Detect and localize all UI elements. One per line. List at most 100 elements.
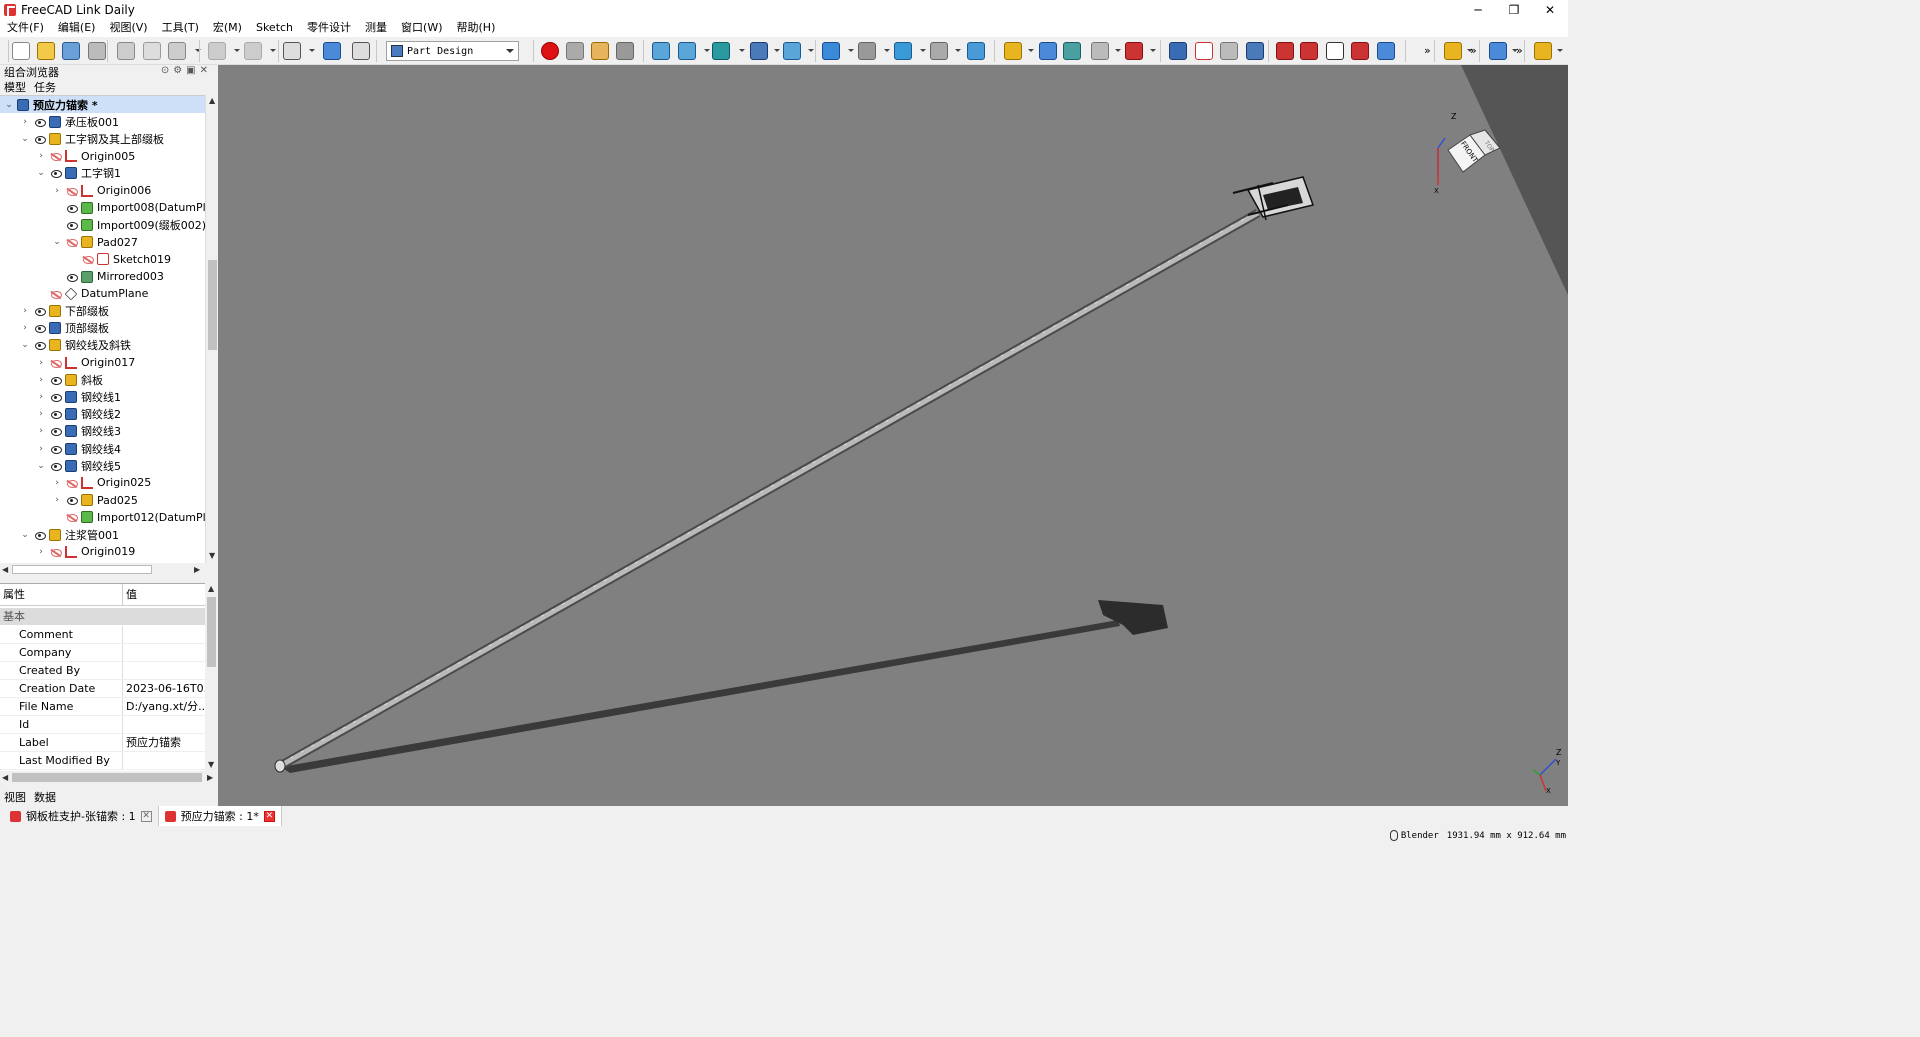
expand-icon[interactable]: ›	[52, 186, 62, 196]
property-value[interactable]: D:/yang.xt/分...	[123, 698, 205, 715]
tab-tasks[interactable]: 任务	[30, 79, 60, 94]
datum-plane-icon[interactable]	[1326, 42, 1344, 60]
visibility-eye-icon[interactable]	[66, 203, 78, 213]
visibility-eye-icon[interactable]	[50, 375, 62, 385]
scroll-left-icon[interactable]: ◀	[2, 773, 8, 782]
minimize-button[interactable]: ─	[1460, 0, 1496, 19]
tab-model[interactable]: 模型	[0, 79, 30, 94]
property-horizontal-scrollbar[interactable]: ◀ ▶	[0, 771, 218, 784]
dropdown-arrow-icon[interactable]	[808, 49, 814, 52]
scroll-thumb[interactable]	[12, 773, 202, 782]
property-value[interactable]	[123, 752, 205, 769]
scroll-thumb[interactable]	[208, 260, 217, 350]
tree-horizontal-scrollbar[interactable]: ◀ ▶	[0, 563, 205, 576]
collapse-icon[interactable]: ⌄	[36, 461, 46, 471]
hidden-eye-icon[interactable]	[66, 478, 78, 488]
hidden-eye-icon[interactable]	[66, 237, 78, 248]
body-icon[interactable]	[1169, 42, 1187, 60]
measure-icon[interactable]	[967, 42, 985, 60]
collapse-icon[interactable]: ⌄	[20, 530, 30, 540]
menu-edit[interactable]: 编辑(E)	[51, 19, 103, 37]
property-row[interactable]: Label 预应力锚索	[0, 734, 205, 752]
sketch-icon[interactable]	[1195, 42, 1213, 60]
pad-icon[interactable]	[1444, 42, 1462, 60]
expand-icon[interactable]: ›	[20, 323, 30, 333]
collapse-icon[interactable]: ⌄	[52, 237, 62, 247]
paste-icon[interactable]	[168, 42, 186, 60]
visibility-eye-icon[interactable]	[50, 444, 62, 454]
doc-tab-sheet-pile[interactable]: 钢板桩支护-张锚索 : 1 ✕	[4, 806, 159, 826]
coordinate-system-icon[interactable]	[1125, 42, 1143, 60]
dropdown-arrow-icon[interactable]	[309, 49, 315, 52]
scroll-down-icon[interactable]: ▼	[208, 760, 214, 769]
nav-back-icon[interactable]	[822, 42, 840, 60]
expand-icon[interactable]: ›	[36, 444, 46, 454]
hidden-eye-icon[interactable]	[66, 186, 78, 196]
tree-item[interactable]: › 承压板001	[0, 113, 205, 130]
hidden-eye-icon[interactable]	[66, 512, 78, 523]
tree-item[interactable]: › 钢绞线1	[0, 388, 205, 405]
visibility-eye-icon[interactable]	[34, 134, 46, 144]
tree-item[interactable]: › Origin019	[0, 543, 205, 560]
expand-icon[interactable]: ›	[36, 392, 46, 402]
validate-sketch-icon[interactable]	[1246, 42, 1264, 60]
fit-selection-icon[interactable]	[678, 42, 696, 60]
menu-part-design[interactable]: 零件设计	[300, 19, 358, 37]
hidden-eye-icon[interactable]	[50, 547, 62, 557]
visibility-eye-icon[interactable]	[50, 409, 62, 420]
dropdown-arrow-icon[interactable]	[955, 49, 961, 52]
expand-icon[interactable]: ›	[36, 151, 46, 161]
tree-item[interactable]: ⌄ Pad027	[0, 234, 205, 251]
dropdown-arrow-icon[interactable]	[739, 49, 745, 52]
create-part-icon[interactable]	[1004, 42, 1022, 60]
tree-item[interactable]: Import009(缀板002)	[0, 216, 205, 233]
visibility-eye-icon[interactable]	[50, 461, 62, 471]
visibility-eye-icon[interactable]	[34, 117, 46, 127]
dropdown-arrow-icon[interactable]	[704, 49, 710, 52]
tree-item[interactable]: ⌄ 预应力锚索 *	[0, 96, 205, 113]
section-icon[interactable]	[930, 42, 948, 60]
property-column-header[interactable]: 属性	[0, 584, 123, 606]
scroll-thumb[interactable]	[207, 597, 216, 667]
property-row[interactable]: Last Modified By	[0, 752, 205, 770]
new-document-icon[interactable]	[12, 42, 30, 60]
visibility-eye-icon[interactable]	[34, 530, 46, 540]
datum-line-icon[interactable]	[1300, 42, 1318, 60]
scroll-left-icon[interactable]: ◀	[2, 565, 8, 574]
scroll-up-icon[interactable]: ▲	[209, 96, 215, 105]
boolean-icon[interactable]	[1489, 42, 1507, 60]
cut-icon[interactable]	[117, 42, 135, 60]
whats-this-icon[interactable]	[352, 42, 370, 60]
menu-view[interactable]: 视图(V)	[102, 19, 154, 37]
menu-window[interactable]: 窗口(W)	[394, 19, 449, 37]
expand-icon[interactable]: ›	[36, 409, 46, 419]
hidden-eye-icon[interactable]	[82, 254, 94, 265]
collapse-icon[interactable]: ⌄	[20, 134, 30, 144]
expand-icon[interactable]: ›	[36, 426, 46, 436]
dropdown-arrow-icon[interactable]	[1115, 49, 1121, 52]
measure-linear-icon[interactable]	[1534, 42, 1552, 60]
tree-item[interactable]: Import008(DatumPlane	[0, 199, 205, 216]
link-actions-icon[interactable]	[1091, 42, 1109, 60]
nav-up-icon[interactable]	[894, 42, 912, 60]
refresh-icon[interactable]	[323, 42, 341, 60]
visibility-eye-icon[interactable]	[66, 220, 78, 230]
close-button[interactable]: ✕	[1532, 0, 1568, 19]
tree-item[interactable]: DatumPlane	[0, 285, 205, 302]
tree-item[interactable]: › 顶部缀板	[0, 320, 205, 337]
draw-style-icon[interactable]	[712, 42, 730, 60]
property-value[interactable]	[123, 626, 205, 643]
visibility-eye-icon[interactable]	[50, 392, 62, 402]
tree-item[interactable]: Import012(DatumPlane	[0, 509, 205, 526]
tree-item[interactable]: › 钢绞线2	[0, 406, 205, 423]
panel-controls-icon[interactable]: ⊙⚙▣✕	[161, 65, 212, 76]
property-vertical-scrollbar[interactable]: ▲ ▼	[205, 583, 218, 771]
std-views-icon[interactable]	[750, 42, 768, 60]
expand-icon[interactable]: ›	[36, 375, 46, 385]
tree-item[interactable]: Mirrored003	[0, 268, 205, 285]
fit-all-icon[interactable]	[652, 42, 670, 60]
navigation-style[interactable]: Blender	[1401, 831, 1439, 841]
tree-item[interactable]: › Origin017	[0, 354, 205, 371]
3d-viewport[interactable]: Z FRONT TOP X Z Y X	[218, 65, 1568, 806]
tree-vertical-scrollbar[interactable]: ▲ ▼	[205, 95, 218, 563]
